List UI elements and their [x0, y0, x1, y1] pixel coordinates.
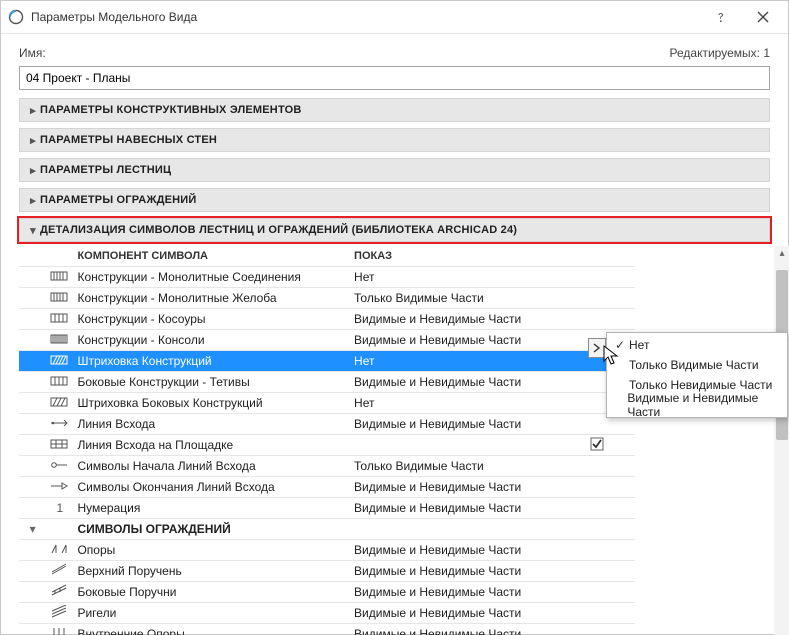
panel-stairs[interactable]: ▸ ПАРАМЕТРЫ ЛЕСТНИЦ: [19, 158, 770, 182]
grid-icon: [50, 437, 68, 454]
show-cell[interactable]: Видимые и Невидимые Части: [350, 477, 578, 498]
show-cell[interactable]: Видимые и Невидимые Части: [350, 330, 578, 351]
chevron-down-icon: ▾: [30, 522, 36, 536]
panel-stair-railing-symbols[interactable]: ▾ ДЕТАЛИЗАЦИЯ СИМВОЛОВ ЛЕСТНИЦ И ОГРАЖДЕ…: [19, 218, 770, 242]
column-component: КОМПОНЕНТ СИМВОЛА: [73, 246, 350, 267]
show-cell[interactable]: Видимые и Невидимые Части: [350, 561, 578, 582]
show-cell[interactable]: Видимые и Невидимые Части: [350, 498, 578, 519]
show-dropdown-button[interactable]: [588, 338, 606, 358]
show-cell[interactable]: [350, 435, 578, 456]
rails-icon: [50, 605, 68, 622]
table-row-selected[interactable]: Штриховка Конструкций Нет: [19, 351, 635, 372]
label-row: Имя: Редактируемых: 1: [1, 34, 788, 66]
table-header-row: КОМПОНЕНТ СИМВОЛА ПОКАЗ: [19, 246, 635, 267]
table-row[interactable]: Штриховка Боковых Конструкций Нет: [19, 393, 635, 414]
check-icon: ✓: [611, 338, 629, 352]
table-row[interactable]: Опоры Видимые и Невидимые Части: [19, 540, 635, 561]
dropdown-option-none[interactable]: ✓ Нет: [607, 335, 787, 355]
table-row[interactable]: Боковые Конструкции - Тетивы Видимые и Н…: [19, 372, 635, 393]
dropdown-option-visible[interactable]: Только Видимые Части: [607, 355, 787, 375]
show-cell[interactable]: Нет: [350, 351, 578, 372]
panel-construction-elements[interactable]: ▸ ПАРАМЕТРЫ КОНСТРУКТИВНЫХ ЭЛЕМЕНТОВ: [19, 98, 770, 122]
table-row[interactable]: Боковые Поручни Видимые и Невидимые Част…: [19, 582, 635, 603]
panel-railings[interactable]: ▸ ПАРАМЕТРЫ ОГРАЖДЕНИЙ: [19, 188, 770, 212]
table-row[interactable]: Линия Всхода Видимые и Невидимые Части: [19, 414, 635, 435]
innerpost-icon: [50, 626, 68, 635]
checkbox-checked[interactable]: [590, 440, 604, 454]
stair-icon: [50, 332, 68, 349]
stair-icon: [50, 311, 68, 328]
stair-icon: [50, 269, 68, 286]
show-cell[interactable]: Видимые и Невидимые Части: [350, 414, 578, 435]
chevron-right-icon: ▸: [26, 104, 40, 117]
table-row[interactable]: Внутренние Опоры Видимые и Невидимые Час…: [19, 624, 635, 635]
marker-start-icon: [50, 458, 68, 475]
chevron-right-icon: ▸: [26, 134, 40, 147]
subheader-railing-symbols[interactable]: ▾ СИМВОЛЫ ОГРАЖДЕНИЙ: [19, 519, 635, 540]
toprail-icon: [50, 563, 68, 580]
show-cell[interactable]: Видимые и Невидимые Части: [350, 624, 578, 635]
number-icon: 1: [46, 498, 73, 519]
show-cell[interactable]: Видимые и Невидимые Части: [350, 582, 578, 603]
table-row[interactable]: Верхний Поручень Видимые и Невидимые Час…: [19, 561, 635, 582]
column-show: ПОКАЗ: [350, 246, 578, 267]
show-cell[interactable]: Нет: [350, 267, 578, 288]
symbol-detail-table: КОМПОНЕНТ СИМВОЛА ПОКАЗ Конструкции - Мо…: [19, 246, 635, 635]
table-row[interactable]: Конструкции - Консоли Видимые и Невидимы…: [19, 330, 635, 351]
name-field-container: [19, 66, 770, 90]
dialog-window: Параметры Модельного Вида Имя: Редактиру…: [0, 0, 789, 635]
name-label: Имя:: [19, 46, 46, 60]
close-button[interactable]: [742, 1, 784, 33]
dropdown-option-both[interactable]: Видимые и Невидимые Части: [607, 395, 787, 415]
table-row[interactable]: Конструкции - Монолитные Желоба Только В…: [19, 288, 635, 309]
table-row[interactable]: Линия Всхода на Площадке: [19, 435, 635, 456]
dialog-title: Параметры Модельного Вида: [27, 10, 700, 24]
table-row[interactable]: 1 Нумерация Видимые и Невидимые Части: [19, 498, 635, 519]
show-cell[interactable]: Видимые и Невидимые Части: [350, 540, 578, 561]
editables-label: Редактируемых: 1: [670, 46, 770, 60]
chevron-down-icon: ▾: [26, 224, 40, 237]
marker-end-icon: [50, 479, 68, 496]
show-cell[interactable]: Нет: [350, 393, 578, 414]
chevron-right-icon: ▸: [26, 194, 40, 207]
stair-icon: [50, 290, 68, 307]
name-input[interactable]: [19, 66, 770, 90]
table-row[interactable]: Символы Начала Линий Всхода Только Видим…: [19, 456, 635, 477]
line-icon: [50, 416, 68, 433]
scroll-up-icon[interactable]: ▴: [774, 246, 789, 260]
show-cell[interactable]: Только Видимые Части: [350, 456, 578, 477]
show-cell[interactable]: Только Видимые Части: [350, 288, 578, 309]
chevron-right-icon: ▸: [26, 164, 40, 177]
panel-curtain-walls[interactable]: ▸ ПАРАМЕТРЫ НАВЕСНЫХ СТЕН: [19, 128, 770, 152]
handrail-icon: [50, 584, 68, 601]
table-row[interactable]: Конструкции - Монолитные Соединения Нет: [19, 267, 635, 288]
show-dropdown-menu: ✓ Нет Только Видимые Части Только Невиди…: [606, 332, 788, 418]
table-row[interactable]: Ригели Видимые и Невидимые Части: [19, 603, 635, 624]
post-icon: [50, 542, 68, 559]
hatch-icon: [50, 395, 68, 412]
stair-icon: [50, 374, 68, 391]
show-cell[interactable]: Видимые и Невидимые Части: [350, 309, 578, 330]
app-icon: [5, 9, 27, 25]
symbol-detail-table-wrap: КОМПОНЕНТ СИМВОЛА ПОКАЗ Конструкции - Мо…: [19, 246, 770, 635]
show-cell[interactable]: Видимые и Невидимые Части: [350, 603, 578, 624]
table-row[interactable]: Конструкции - Косоуры Видимые и Невидимы…: [19, 309, 635, 330]
titlebar: Параметры Модельного Вида: [1, 1, 788, 34]
help-button[interactable]: [700, 1, 742, 33]
hatch-icon: [50, 353, 68, 370]
vertical-scrollbar[interactable]: ▴ ▾: [774, 246, 789, 635]
show-cell[interactable]: Видимые и Невидимые Части: [350, 372, 578, 393]
table-row[interactable]: Символы Окончания Линий Всхода Видимые и…: [19, 477, 635, 498]
